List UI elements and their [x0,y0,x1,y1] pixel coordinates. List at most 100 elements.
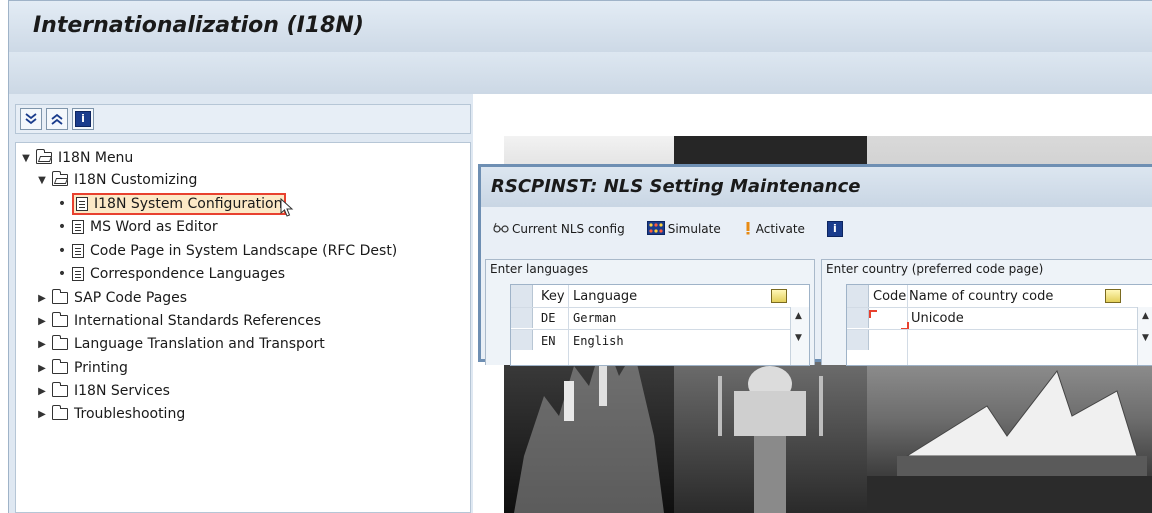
languages-group-title: Enter languages [490,262,589,276]
activate-button[interactable]: Activate [743,221,805,238]
tree-node-label: International Standards References [74,313,322,329]
expand-arrow-icon[interactable]: ▼ [36,175,48,186]
expand-arrow-icon[interactable]: ▼ [20,153,32,164]
simulate-icon [646,220,665,238]
row-selector[interactable] [511,330,533,350]
nls-setting-dialog: RSCPINST: NLS Setting Maintenance Curren… [478,164,1152,366]
country-name-cell[interactable]: Unicode [911,311,964,326]
document-icon [76,197,88,211]
activate-icon [743,221,753,238]
tree-node-label: Code Page in System Landscape (RFC Dest) [90,243,398,259]
dialog-title-bar: RSCPINST: NLS Setting Maintenance [481,167,1152,207]
collapse-all-icon [51,113,63,125]
folder-open-icon [35,149,52,164]
info-button[interactable]: i [72,108,94,130]
tree-node-label: Language Translation and Transport [74,336,325,352]
dialog-title: RSCPINST: NLS Setting Maintenance [491,176,861,197]
folder-icon [51,312,68,327]
simulate-label: Simulate [667,222,721,236]
current-nls-config-label: Current NLS config [512,222,625,236]
folder-icon [51,359,68,374]
country-code-input[interactable] [869,308,909,330]
collapse-all-button[interactable] [46,108,68,130]
column-layout-icon[interactable] [1105,289,1121,303]
menu-tree: ▼ I18N Menu ▼ I18N Customizing • I18N Sy… [15,142,471,513]
document-icon [72,220,84,234]
collapsed-arrow-icon[interactable]: ▶ [36,386,48,397]
row-selector[interactable] [511,308,533,328]
tree-node-label: I18N Customizing [74,172,198,188]
tree-node-sap-code-pages[interactable]: ▶ SAP Code Pages [36,287,187,309]
column-layout-icon[interactable] [771,289,787,303]
tree-node-label: I18N System Configuration [94,196,283,212]
tree-node-label: Printing [74,360,128,376]
bullet-icon: • [57,243,67,259]
tree-node-i18n-system-configuration[interactable]: • I18N System Configuration [56,193,296,217]
dialog-info-button[interactable]: i [826,221,843,237]
folder-icon [51,405,68,420]
language-key-cell[interactable]: EN [541,334,555,348]
language-name-cell[interactable]: German [573,311,616,325]
tree-node-code-page-system-landscape[interactable]: • Code Page in System Landscape (RFC Des… [56,240,397,262]
tree-node-ms-word-as-editor[interactable]: • MS Word as Editor [56,216,218,238]
row-selector[interactable] [847,308,869,328]
bullet-icon: • [57,219,67,235]
folder-icon [51,382,68,397]
tree-node-printing[interactable]: ▶ Printing [36,357,128,379]
bullet-icon: • [57,196,67,212]
tree-node-label: I18N Services [74,383,170,399]
tree-node-i18n-services[interactable]: ▶ I18N Services [36,380,170,402]
selected-node[interactable]: I18N System Configuration [72,193,287,215]
document-icon [72,244,84,258]
tree-node-label: Troubleshooting [74,406,186,422]
country-table: Code Name of country code Unicode ▲ ▼ [846,284,1152,366]
dialog-toolbar: Current NLS config Simulate Activate i [481,207,1152,251]
country-group-title: Enter country (preferred code page) [826,262,1044,276]
scroll-down-icon[interactable]: ▼ [795,333,802,343]
glasses-icon [493,222,509,237]
scroll-down-icon[interactable]: ▼ [1142,333,1149,343]
tree-node-label: Correspondence Languages [90,266,286,282]
current-nls-config-button[interactable]: Current NLS config [493,222,625,237]
language-name-cell[interactable]: English [573,334,624,348]
folder-icon [51,335,68,350]
tree-node-international-standards[interactable]: ▶ International Standards References [36,310,321,332]
tree-node-language-translation[interactable]: ▶ Language Translation and Transport [36,333,325,355]
collapsed-arrow-icon[interactable]: ▶ [36,316,48,327]
tree-node-troubleshooting[interactable]: ▶ Troubleshooting [36,403,185,425]
collapsed-arrow-icon[interactable]: ▶ [36,339,48,350]
tree-node-correspondence-languages[interactable]: • Correspondence Languages [56,263,285,285]
header-row-selector [511,285,533,307]
folder-open-icon [51,171,68,186]
mouse-cursor-icon [280,198,294,217]
tree-node-i18n-customizing[interactable]: ▼ I18N Customizing [36,169,197,191]
collapsed-arrow-icon[interactable]: ▶ [36,409,48,420]
country-scrollbar[interactable]: ▲ ▼ [1137,307,1152,365]
column-header-language[interactable]: Language [573,285,637,307]
activate-label: Activate [755,222,805,236]
bullet-icon: • [57,266,67,282]
expand-all-button[interactable] [20,108,42,130]
simulate-button[interactable]: Simulate [646,220,721,238]
column-header-code[interactable]: Code [873,285,906,307]
expand-all-icon [25,113,37,125]
window-title: Internationalization (I18N) [33,13,364,38]
scroll-up-icon[interactable]: ▲ [795,311,802,321]
header-row-selector [847,285,869,307]
collapsed-arrow-icon[interactable]: ▶ [36,363,48,374]
column-header-key[interactable]: Key [541,285,565,307]
scroll-up-icon[interactable]: ▲ [1142,311,1149,321]
language-key-cell[interactable]: DE [541,311,555,325]
application-toolbar [8,52,1152,94]
tree-toolbar: i [15,104,471,134]
info-icon: i [75,111,91,127]
languages-table: Key Language DE German EN English ▲ ▼ [510,284,810,366]
row-selector[interactable] [847,330,869,350]
folder-icon [51,289,68,304]
column-header-country-name[interactable]: Name of country code [909,285,1053,307]
languages-group: Enter languages Key Language DE German E… [485,259,815,366]
tree-node-label: MS Word as Editor [90,219,218,235]
collapsed-arrow-icon[interactable]: ▶ [36,293,48,304]
tree-node-i18n-menu[interactable]: ▼ I18N Menu [20,147,133,169]
languages-scrollbar[interactable]: ▲ ▼ [790,307,809,365]
